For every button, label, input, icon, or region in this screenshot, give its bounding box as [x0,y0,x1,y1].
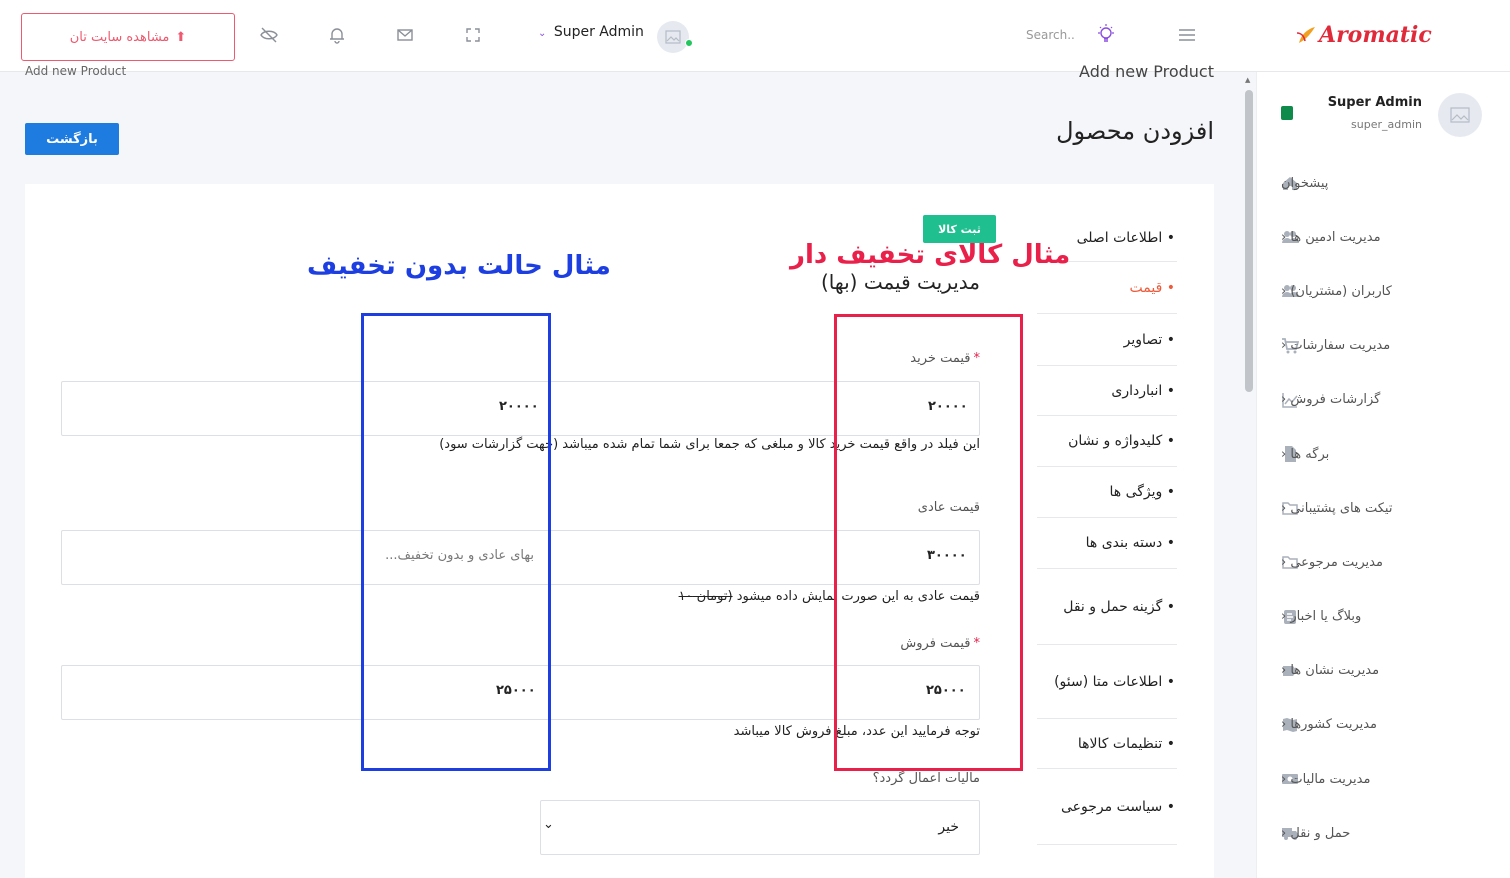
sidebar-item-label: وبلاگ یا اخبار ‹ [1281,609,1362,625]
sidebar-item[interactable]: مدیریت مرجوعی ‹ [1257,535,1510,589]
online-status-dot [685,39,693,47]
tab-label: • انبارداری [1111,382,1175,399]
tax-label: مالیات اعمال گردد؟ [872,771,980,786]
tax-select-value: خیر [938,819,959,835]
view-site-label: مشاهده سایت تان [69,29,170,45]
view-site-button[interactable]: ⬆ مشاهده سایت تان [21,13,235,61]
sidebar-item-label: پیشخوان [1281,175,1329,191]
bell-icon[interactable] [326,24,348,46]
sidebar-item[interactable]: تیکت های پشتیبانی ‹ [1257,481,1510,535]
tab-label: • تصاویر [1123,331,1175,348]
sidebar-item-label: تیکت های پشتیبانی ‹ [1281,500,1393,516]
top-bar: ⬆ مشاهده سایت تان ⌄ Super Admin Search..… [0,0,1510,72]
tab-item[interactable]: • انبارداری [1037,366,1177,416]
sidebar-item[interactable]: گزارشات فروش ‹ [1257,373,1510,427]
eye-off-icon[interactable] [258,24,280,46]
tab-label: • گزینه حمل و نقل [1063,598,1175,615]
brand-name: Aromatic [1319,22,1432,48]
sidebar-item-label: برگه ها ‹ [1281,446,1330,462]
sidebar-user-name: Super Admin [1327,95,1422,110]
breadcrumb-secondary: Add new Product [25,64,127,78]
chevron-down-icon: ⌄ [538,28,547,39]
tab-item[interactable]: • تنظیمات کالاها [1037,719,1177,769]
sidebar-item[interactable]: مدیریت کشورها ‹ [1257,698,1510,752]
page-title: افزودن محصول [1056,117,1214,145]
tab-item[interactable]: • سیاست مرجوعی [1037,769,1177,845]
tab-label: • اطلاعات متا (سئو) [1054,673,1175,690]
sidebar-item[interactable]: مدیریت سفارشات ‹ [1257,319,1510,373]
admin-name: Super Admin [553,24,644,40]
upload-icon: ⬆ [175,29,187,45]
tab-label: • سیاست مرجوعی [1061,798,1175,815]
sidebar-item[interactable]: مدیریت نشان ها ‹ [1257,644,1510,698]
tab-label: • کلیدواژه و نشان [1068,433,1175,449]
sidebar-item-label: کاربران (مشتریان) ‹ [1281,283,1392,299]
tab-label: • ویژگی ها [1109,484,1175,500]
sidebar-item[interactable]: مدیریت مالیات ‹ [1257,752,1510,806]
sidebar-item-label: مدیریت مالیات ‹ [1281,771,1371,787]
fullscreen-icon[interactable] [462,24,484,46]
regular-price-strike-example: (تومان ۱۰ [678,589,733,604]
annotation-without-discount: مثال حالت بدون تخفیف [307,251,611,281]
admin-menu[interactable]: ⌄ Super Admin [538,24,644,40]
lightbulb-icon[interactable] [1095,23,1117,45]
sidebar-item-label: مدیریت نشان ها ‹ [1281,663,1380,679]
breadcrumb: Add new Product [1079,62,1214,81]
annotation-frame-without-discount [361,313,551,771]
verified-badge-icon [1281,106,1293,120]
tab-label: • قیمت [1129,279,1175,296]
sidebar-item[interactable]: حمل و نقل ‹ [1257,806,1510,860]
search-input[interactable]: Search.. [1026,28,1075,42]
brand-logo[interactable]: Aromatic [1295,22,1432,48]
sidebar-item[interactable]: برگه ها ‹ [1257,427,1510,481]
section-title: مدیریت قیمت (بها) [820,270,980,294]
sidebar-item-label: حمل و نقل ‹ [1281,825,1351,841]
tab-item[interactable]: • تصاویر [1037,314,1177,366]
tab-item[interactable]: • گزینه حمل و نقل [1037,569,1177,645]
tab-label: • اطلاعات اصلی [1076,229,1175,246]
submit-product-button[interactable]: ثبت کالا [923,215,996,243]
scrollbar-thumb[interactable] [1245,90,1253,392]
leaf-icon [1296,27,1315,43]
product-tabs: • اطلاعات اصلی • قیمت • تصاویر • انبارداری •… [1037,214,1177,845]
sidebar-item-label: مدیریت سفارشات ‹ [1281,338,1391,354]
scroll-up-arrow-icon[interactable]: ▲ [1245,76,1250,84]
tab-item[interactable]: • ویژگی ها [1037,467,1177,518]
sidebar-item-label: مدیریت مرجوعی ‹ [1281,554,1383,570]
sidebar-avatar[interactable] [1438,93,1482,137]
annotation-with-discount: مثال کالای تخفیف دار [790,240,1071,270]
tax-select[interactable]: خیر ⌄ [540,800,980,855]
sidebar-user-handle: super_admin [1351,118,1422,131]
sidebar-item[interactable]: مدیریت ادمین ها ‹ [1257,210,1510,264]
sidebar-item[interactable]: کاربران (مشتریان) ‹ [1257,264,1510,318]
sidebar-item[interactable]: وبلاگ یا اخبار ‹ [1257,590,1510,644]
sidebar: Super Admin super_admin پیشخوان مدیریت اد… [1256,72,1510,878]
chevron-down-icon: ⌄ [543,817,554,832]
hamburger-menu-icon[interactable] [1176,24,1198,46]
tab-label: • دسته بندی ها [1085,535,1175,551]
tab-item[interactable]: • اطلاعات متا (سئو) [1037,645,1177,719]
sidebar-item-label: مدیریت کشورها ‹ [1281,717,1378,733]
tab-label: • تنظیمات کالاها [1077,735,1175,752]
annotation-frame-with-discount [834,314,1023,771]
sidebar-menu: پیشخوان مدیریت ادمین ها ‹ کاربران (مشتریان… [1257,156,1510,860]
mail-icon[interactable] [394,24,416,46]
sidebar-item-label: گزارشات فروش ‹ [1281,392,1381,408]
back-button[interactable]: بازگشت [25,123,119,155]
avatar[interactable] [657,21,689,53]
sidebar-item-label: مدیریت ادمین ها ‹ [1281,229,1381,245]
tab-item[interactable]: • کلیدواژه و نشان [1037,416,1177,467]
tab-item[interactable]: • دسته بندی ها [1037,518,1177,569]
sidebar-item[interactable]: پیشخوان [1257,156,1510,210]
